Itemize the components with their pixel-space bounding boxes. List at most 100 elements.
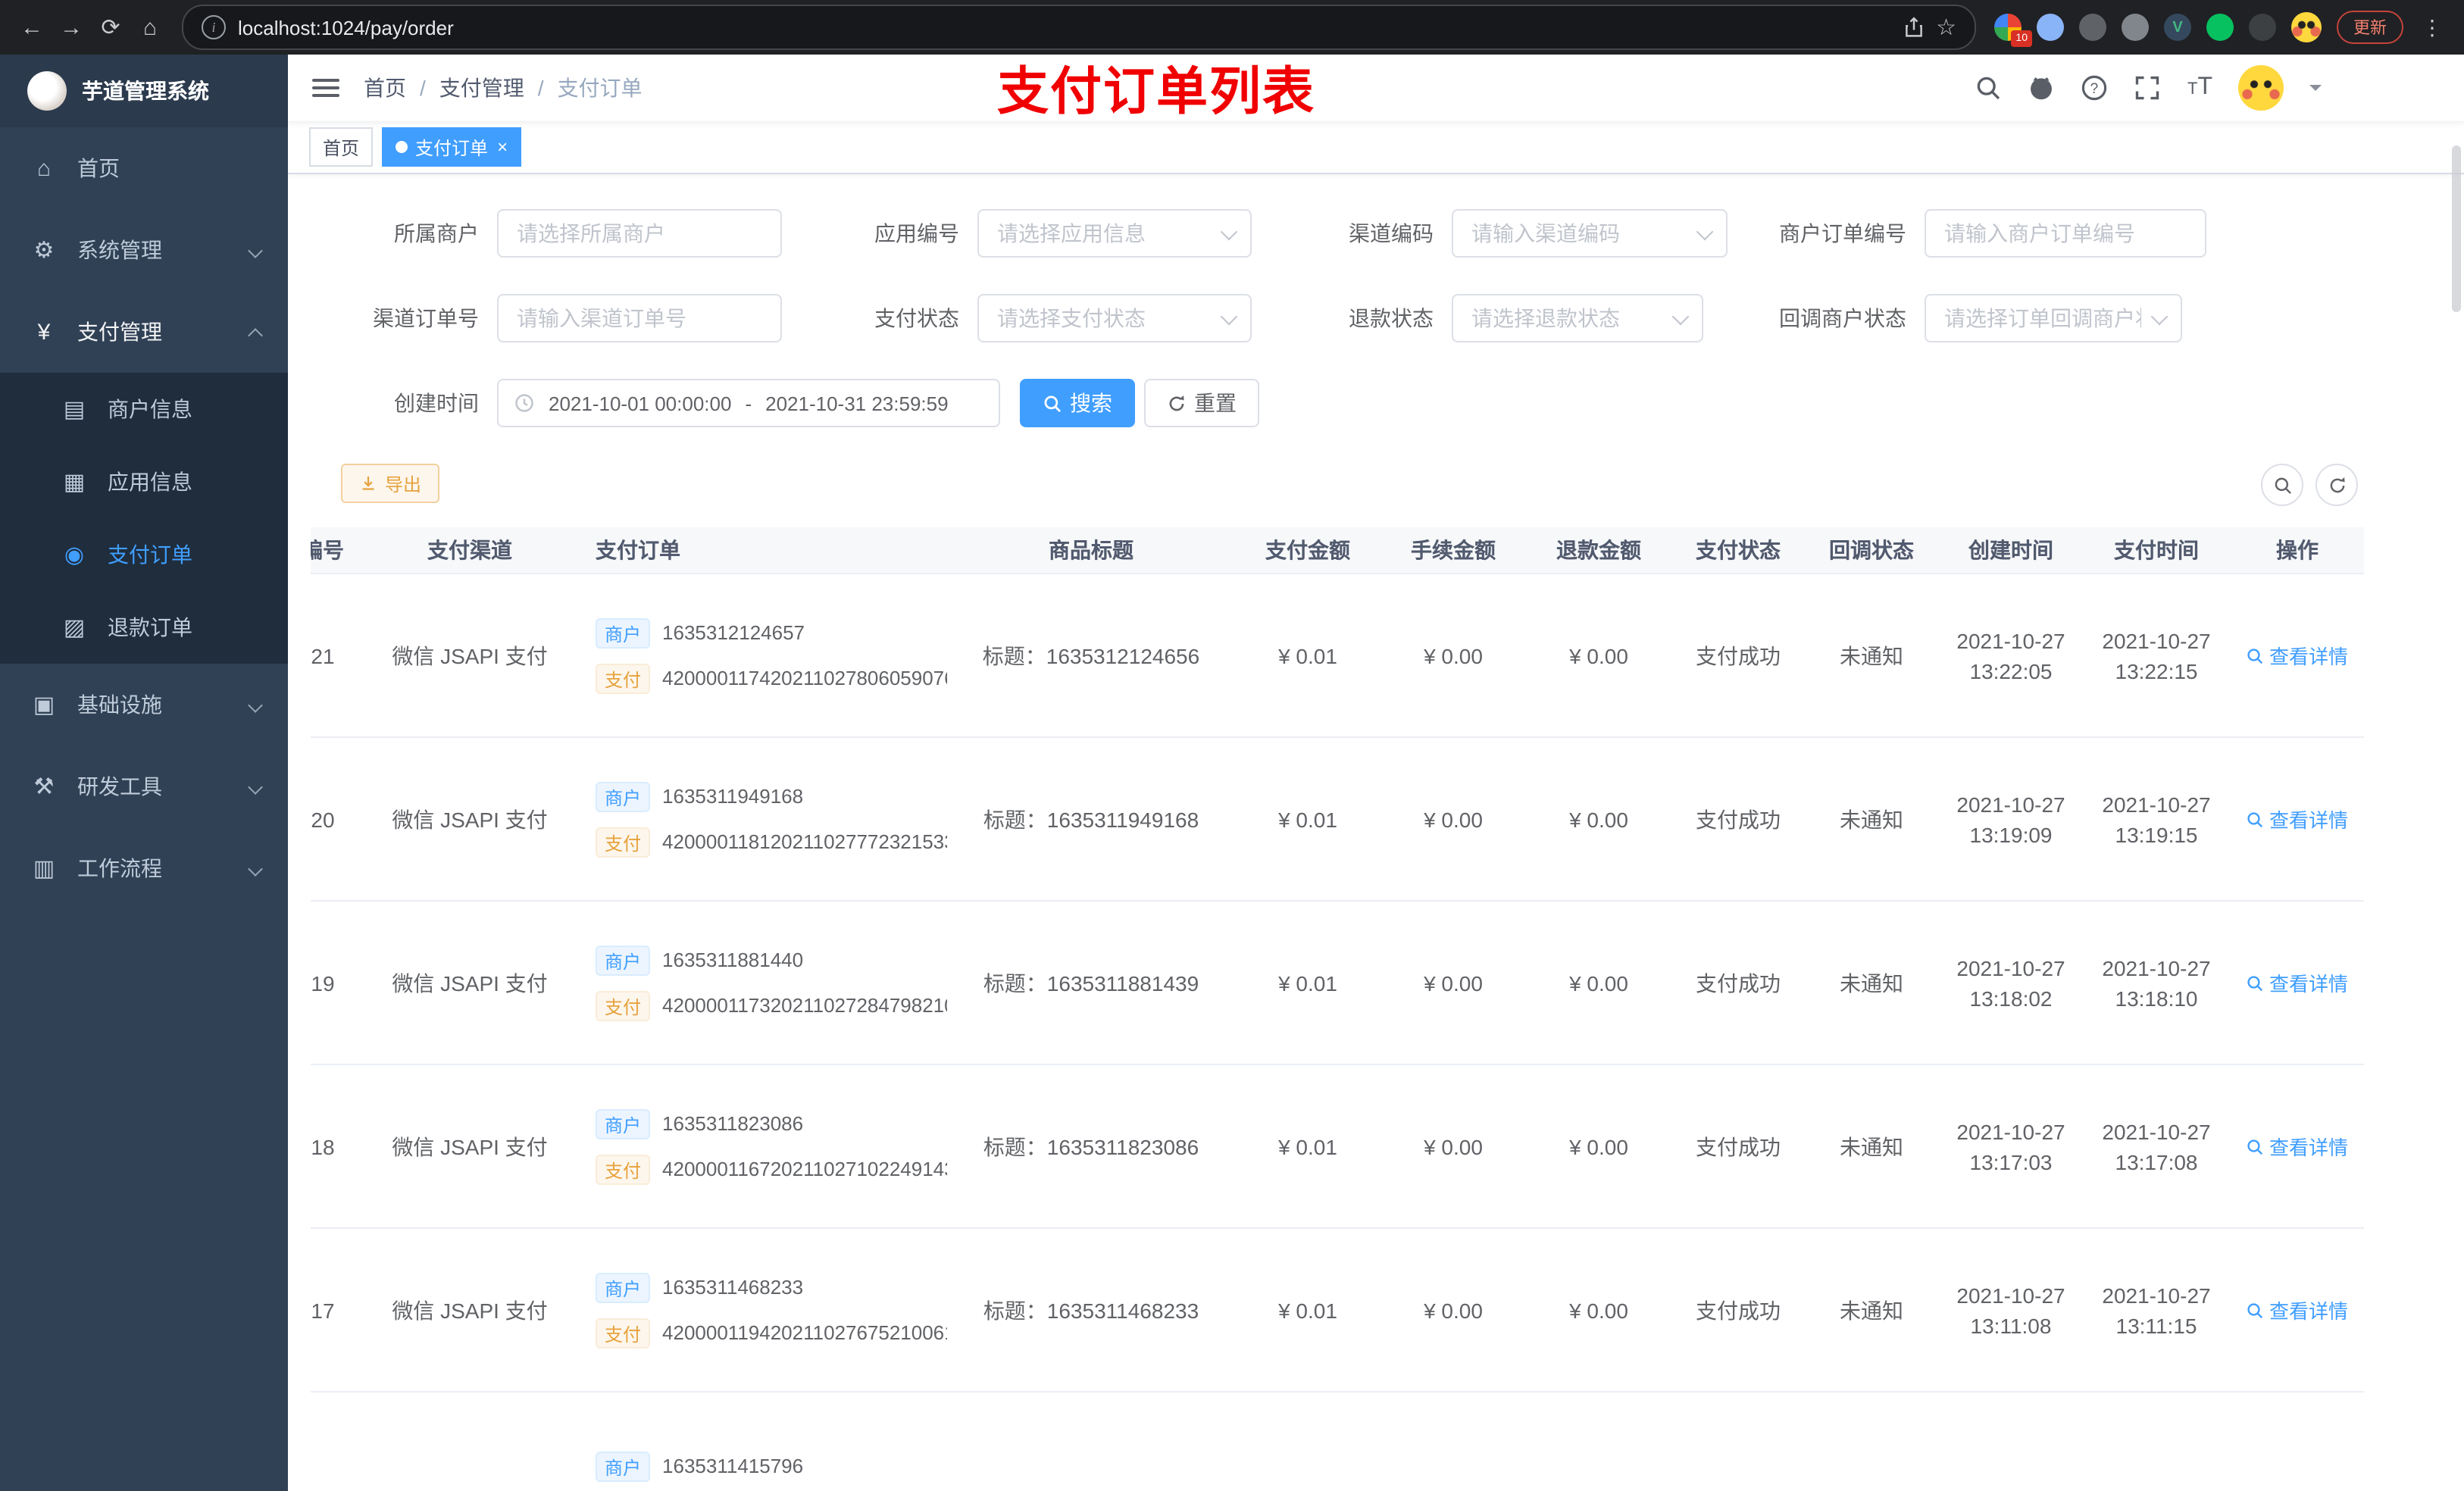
amount-cell: ¥ 0.01 [1278, 1298, 1337, 1322]
col-notify: 回调状态 [1829, 538, 1914, 562]
reset-button[interactable]: 重置 [1144, 379, 1259, 427]
notify-status-filter-select[interactable] [1925, 294, 2182, 342]
bookmark-star-icon[interactable]: ☆ [1936, 14, 1956, 41]
extension-icon[interactable] [2079, 14, 2106, 41]
app-filter-select[interactable] [977, 209, 1252, 258]
site-info-icon[interactable]: i [202, 15, 226, 39]
view-detail-link[interactable]: 查看详情 [2247, 1296, 2348, 1324]
create-time-cell: 2021-10-27 13:17:03 [1956, 1119, 2065, 1174]
browser-forward-icon[interactable]: → [52, 8, 91, 47]
view-detail-link[interactable]: 查看详情 [2247, 1132, 2348, 1161]
help-icon[interactable]: ? [2081, 74, 2109, 102]
tab-home[interactable]: 首页 [309, 127, 374, 167]
scrollbar-thumb[interactable] [2452, 145, 2461, 312]
sidebar-item-label: 支付订单 [108, 542, 192, 567]
channel-order-no-filter-input[interactable] [497, 294, 782, 342]
extension-icon[interactable] [2037, 14, 2064, 41]
merchant-order-no-filter-input[interactable] [1925, 209, 2206, 258]
download-icon [362, 477, 374, 490]
sidebar-toggle-icon[interactable] [312, 79, 339, 97]
create-time-filter-label: 创建时间 [394, 391, 479, 415]
gear-icon: ⚙ [33, 238, 55, 264]
refund-status-filter-select[interactable] [1452, 294, 1703, 342]
sidebar-item-devtools[interactable]: ⚒ 研发工具 [0, 746, 288, 827]
monitor-icon: ▣ [33, 692, 55, 718]
briefcase-icon: ▥ [33, 856, 55, 882]
pay-order-cell: 商户 1635311823086 支付 42000011672021102710… [583, 1108, 947, 1184]
view-detail-link[interactable]: 查看详情 [2247, 641, 2348, 670]
create-time-range-picker[interactable]: 2021-10-01 00:00:00 - 2021-10-31 23:59:5… [497, 379, 1000, 427]
export-button[interactable]: 导出 [341, 464, 440, 503]
sidebar-item-workflow[interactable]: ▥ 工作流程 [0, 827, 288, 909]
channel-code-filter-label: 渠道编码 [1349, 221, 1434, 245]
app-window: 芋道管理系统 ⌂ 首页 ⚙ 系统管理 ¥ 支付管理 ▤ 商户信息 ▦ 应用信息 … [0, 55, 2464, 1491]
sidebar-item-payment[interactable]: ¥ 支付管理 [0, 291, 288, 373]
address-bar[interactable]: i localhost:1024/pay/order ☆ [182, 5, 1976, 50]
sidebar-item-home[interactable]: ⌂ 首页 [0, 127, 288, 209]
browser-reload-icon[interactable]: ⟳ [91, 8, 130, 47]
tab-pay-order[interactable]: 支付订单 × [382, 127, 522, 167]
breadcrumb-payment[interactable]: 支付管理 [439, 73, 524, 103]
main-area: 首页 / 支付管理 / 支付订单 ? T T 支付订单列表 首页 支付订单 × … [288, 55, 2464, 1491]
logo-avatar [27, 71, 67, 111]
channel-cell: 微信 JSAPI 支付 [392, 1298, 548, 1322]
chrome-menu-icon[interactable]: ⋮ [2419, 14, 2446, 40]
chrome-update-button[interactable]: 更新 [2337, 11, 2403, 44]
pay-time-cell: 2021-10-27 13:18:10 [2102, 955, 2211, 1010]
merchant-tag: 商户 [596, 781, 651, 811]
breadcrumb-home[interactable]: 首页 [364, 73, 406, 103]
channel-pay-no: 4200001174202110278060590766 [662, 667, 947, 689]
channel-pay-no: 4200001173202110272847982104 [662, 994, 947, 1017]
pin-extension-icon[interactable] [2249, 14, 2276, 41]
status-cell: 支付成功 [1696, 971, 1781, 995]
extension-icon[interactable]: 10 [1994, 14, 2032, 47]
search-button[interactable]: 搜索 [1020, 379, 1135, 427]
extension-icon[interactable] [2206, 14, 2234, 41]
browser-home-icon[interactable]: ⌂ [130, 8, 170, 47]
sidebar-item-refund-order[interactable]: ▨ 退款订单 [0, 591, 288, 664]
channel-cell: 微信 JSAPI 支付 [392, 643, 548, 667]
search-toggle-button[interactable] [2261, 464, 2303, 506]
pay-time-cell: 2021-10-27 13:22:15 [2102, 628, 2211, 683]
profile-avatar[interactable] [2291, 12, 2322, 42]
sidebar-item-system[interactable]: ⚙ 系统管理 [0, 209, 288, 291]
actions-cell: 查看详情 [2229, 1132, 2364, 1161]
notify-status-filter-label: 回调商户状态 [1779, 306, 1906, 330]
merchant-filter-input[interactable] [497, 209, 782, 258]
sidebar-item-infrastructure[interactable]: ▣ 基础设施 [0, 664, 288, 746]
github-icon[interactable] [2028, 74, 2056, 102]
status-cell: 支付成功 [1696, 1134, 1781, 1158]
view-detail-link[interactable]: 查看详情 [2247, 805, 2348, 833]
notify-cell: 未通知 [1840, 1298, 1903, 1322]
share-icon[interactable] [1903, 17, 1924, 38]
fullscreen-icon[interactable] [2134, 74, 2162, 102]
fee-cell: ¥ 0.00 [1424, 971, 1483, 995]
sidebar-item-label: 退款订单 [108, 615, 192, 639]
avatar-caret-icon[interactable] [2309, 85, 2322, 97]
merchant-tag: 商户 [596, 1451, 651, 1481]
sidebar-item-merchant-info[interactable]: ▤ 商户信息 [0, 373, 288, 445]
search-icon [2248, 648, 2264, 664]
user-avatar[interactable] [2238, 65, 2284, 111]
font-size-icon[interactable]: TT [2187, 74, 2212, 102]
create-time-cell: 2021-10-27 13:18:02 [1956, 955, 2065, 1010]
col-pay-time: 支付时间 [2114, 538, 2199, 562]
fee-cell: ¥ 0.00 [1424, 807, 1483, 831]
browser-back-icon[interactable]: ← [12, 8, 52, 47]
notify-cell: 未通知 [1840, 1134, 1903, 1158]
chevron-down-icon [248, 242, 263, 258]
search-icon[interactable] [1975, 74, 2003, 102]
tags-view: 首页 支付订单 × [288, 121, 2464, 174]
document-icon: ▨ [63, 615, 86, 641]
card-icon: ▤ [63, 397, 86, 423]
pay-status-filter-select[interactable] [977, 294, 1252, 342]
extension-icon[interactable] [2122, 14, 2149, 41]
refresh-table-button[interactable] [2315, 464, 2358, 506]
sidebar-item-app-info[interactable]: ▦ 应用信息 [0, 445, 288, 518]
channel-code-filter-select[interactable] [1452, 209, 1728, 258]
view-detail-link[interactable]: 查看详情 [2247, 968, 2348, 997]
search-icon [2248, 811, 2264, 827]
close-tab-icon[interactable]: × [497, 136, 508, 158]
sidebar-item-pay-order[interactable]: ◉ 支付订单 [0, 518, 288, 591]
vue-devtools-extension-icon[interactable]: V [2164, 14, 2191, 41]
